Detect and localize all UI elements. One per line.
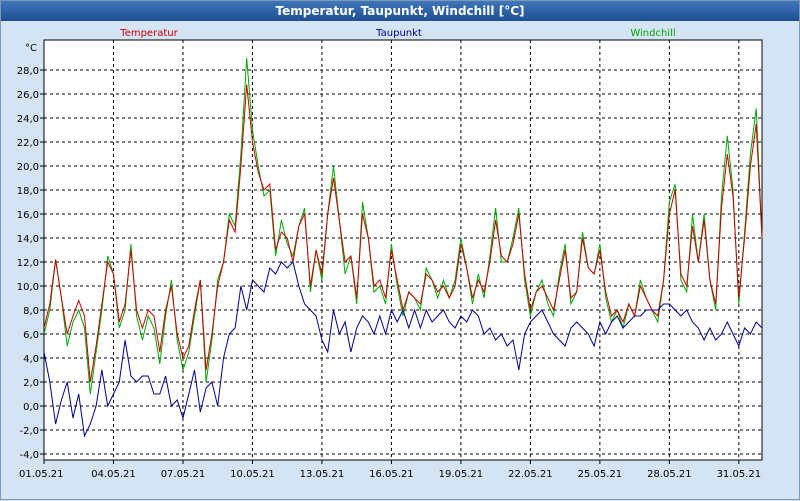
y-tick-label: 4,0	[23, 354, 39, 365]
x-tick-label: 13.05.21	[300, 469, 345, 480]
y-tick-label: 18,0	[17, 186, 39, 197]
y-tick-label: 16,0	[17, 210, 39, 221]
x-tick-label: 25.05.21	[578, 469, 623, 480]
line-chart: °C -4,0 -2,0 0,0 2,0 4,0 6,0 8,0 10,0 12,0 14,0 16…	[17, 28, 763, 480]
y-tick-label: 14,0	[17, 234, 39, 245]
y-tick-label: 20,0	[17, 162, 39, 173]
y-tick-label: 0,0	[23, 402, 39, 413]
y-tick-label: 24,0	[17, 114, 39, 125]
y-tick-label: 22,0	[17, 138, 39, 149]
y-tick-label: 26,0	[17, 90, 39, 101]
legend: Temperatur Taupunkt Windchill	[119, 28, 675, 39]
legend-entry-temperatur: Temperatur	[119, 28, 178, 39]
x-tick-label: 28.05.21	[647, 469, 692, 480]
y-tick-label: 6,0	[23, 330, 39, 341]
x-tick-label: 07.05.21	[161, 469, 206, 480]
x-tick-label: 22.05.21	[508, 469, 553, 480]
legend-entry-windchill: Windchill	[630, 28, 675, 39]
y-tick-label: 28,0	[17, 66, 39, 77]
y-tick-label: 8,0	[23, 306, 39, 317]
chart-window: Temperatur, Taupunkt, Windchill [°C] °C …	[0, 0, 800, 500]
x-tick-label: 04.05.21	[91, 469, 136, 480]
plot-area	[43, 39, 763, 461]
x-tick-label: 01.05.21	[19, 469, 64, 480]
y-tick-label: 12,0	[17, 258, 39, 269]
x-tick-label: 10.05.21	[230, 469, 275, 480]
legend-entry-taupunkt: Taupunkt	[375, 28, 422, 39]
y-tick-label: 2,0	[23, 378, 39, 389]
x-tick-label: 31.05.21	[717, 469, 762, 480]
y-tick-label: -4,0	[19, 450, 39, 461]
y-tick-label: 10,0	[17, 282, 39, 293]
y-tick-label: -2,0	[19, 426, 39, 437]
y-axis-ticks: -4,0 -2,0 0,0 2,0 4,0 6,0 8,0 10,0 12,0 14,0 16,0 1…	[17, 66, 44, 461]
x-tick-label: 16.05.21	[369, 469, 414, 480]
x-axis-ticks: 01.05.21 04.05.21 07.05.21 10.05.21 13.05.21…	[19, 460, 761, 480]
y-axis-unit-label: °C	[25, 43, 37, 54]
x-tick-label: 19.05.21	[439, 469, 484, 480]
